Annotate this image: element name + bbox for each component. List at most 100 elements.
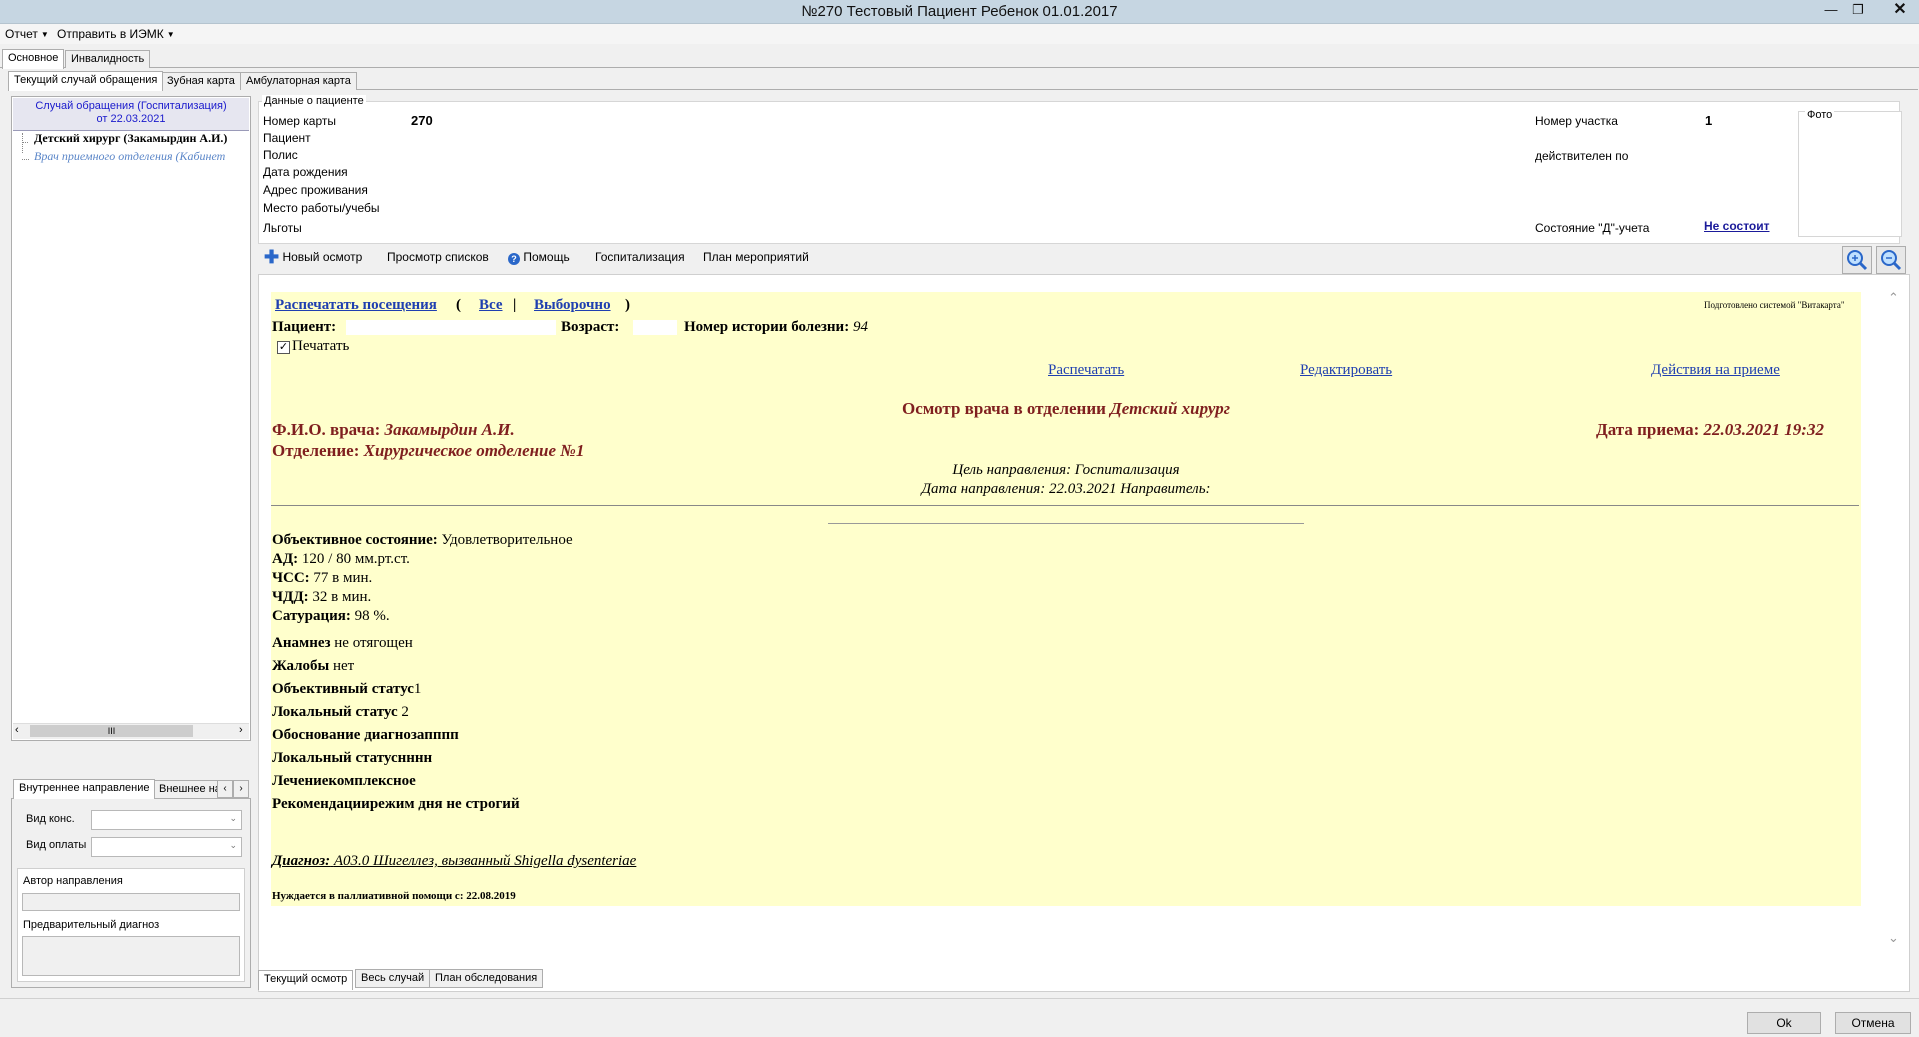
history-number: Номер истории болезни: 94 [684,319,868,335]
tab-outpatient-card[interactable]: Амбулаторная карта [240,72,357,90]
print-checkbox-label: Печатать [292,338,350,354]
referral-date: Дата направления: 22.03.2021 Направитель… [921,481,1211,497]
author-field[interactable] [22,893,240,911]
photo-label: Фото [1805,109,1835,121]
chevron-down-icon: ⌄ [229,813,237,823]
ok-button[interactable]: Ok [1747,1012,1821,1034]
hospitalization-button[interactable]: Госпитализация [595,248,685,266]
minimize-icon[interactable]: — [1818,0,1844,20]
tab-whole-case[interactable]: Весь случай [355,969,431,988]
age-label: Возраст: [561,319,620,335]
edit-link[interactable]: Редактировать [1300,362,1392,379]
tab-current-exam[interactable]: Текущий осмотр [258,970,354,990]
title-bar: №270 Тестовый Пациент Ребенок 01.01.2017… [0,0,1919,24]
objective-state: Объективное состояние: Удовлетворительно… [272,532,573,548]
patient-label: Пациент: [272,319,337,335]
caret-down-icon: ▼ [40,30,49,39]
scroll-left-icon[interactable]: ‹ [15,724,19,736]
tab-disability[interactable]: Инвалидность [65,50,151,68]
cons-type-select[interactable]: ⌄ [91,810,242,830]
case-tree-panel: Случай обращения (Госпитализация) от 22.… [11,96,251,741]
menu-bar: Отчет ▼ Отправить в ИЭМК ▼ [0,24,1919,44]
diagnosis-justification: Обоснование диагнозапппп [272,727,459,743]
tab-current-case[interactable]: Текущий случай обращения [8,71,164,91]
chevron-down-icon: ⌄ [229,840,237,850]
cancel-button[interactable]: Отмена [1835,1012,1911,1034]
tab-internal-referral[interactable]: Внутреннее направление [13,779,156,799]
menu-report[interactable]: Отчет ▼ [5,27,49,41]
plan-button[interactable]: План мероприятий [703,248,809,266]
window-title: №270 Тестовый Пациент Ребенок 01.01.2017 [801,3,1118,20]
actions-link[interactable]: Действия на приеме [1651,362,1780,379]
zoom-in-button[interactable] [1842,246,1872,274]
treatment: Лечениекомплексное [272,773,416,789]
scroll-right-icon[interactable]: › [239,724,243,736]
tabs-scroll-right-icon[interactable]: › [233,780,249,798]
department-line: Отделение: Хирургическое отделение №1 [272,441,585,460]
toolbar: ✚ Новый осмотр Просмотр списков ? Помощь… [258,248,1908,270]
menu-send-iemk[interactable]: Отправить в ИЭМК ▼ [57,27,175,41]
zoom-out-button[interactable] [1876,246,1906,274]
payment-type-select[interactable]: ⌄ [91,837,242,857]
tab-dental-card[interactable]: Зубная карта [161,72,241,90]
photo-box [1798,111,1902,237]
tree-item-reception-doctor[interactable]: Врач приемного отделения (Кабинет [34,149,248,164]
local-status: Локальный статус 2 [272,704,409,720]
saturation: Сатурация: 98 %. [272,608,390,624]
tree-item-surgeon[interactable]: Детский хирург (Закамырдин А.И.) [34,131,227,146]
patient-label: Пациент [263,131,311,145]
patient-info-group [258,101,1900,244]
tab-exam-plan[interactable]: План обследования [429,969,544,988]
anamnesis: Анамнез не отягощен [272,635,413,651]
new-exam-button[interactable]: ✚ Новый осмотр [264,248,362,266]
scroll-thumb[interactable]: III [30,725,193,737]
scroll-down-icon[interactable]: ⌄ [1888,930,1899,946]
work-label: Место работы/учебы [263,201,380,215]
patient-value-field [346,320,556,335]
scroll-up-icon[interactable]: ⌃ [1888,290,1899,306]
resp-rate: ЧДД: 32 в мин. [272,589,372,605]
prepared-by: Подготовлено системой "Витакарта" [1704,300,1845,310]
tab-main[interactable]: Основное [2,49,65,69]
age-value-field [633,320,677,335]
referral-panel: Вид конс. ⌄ Вид оплаты ⌄ Автор направлен… [11,798,251,988]
objective-status: Объективный статус1 [272,681,422,697]
restore-icon[interactable]: ❐ [1845,0,1871,20]
d-status-link[interactable]: Не состоит [1704,219,1770,233]
district-value: 1 [1705,113,1713,128]
tabs-scroll-left-icon[interactable]: ‹ [217,780,233,798]
diagnosis: Диагноз: A03.0 Шигеллез, вызванный Shige… [272,853,637,869]
policy-label: Полис [263,148,298,162]
palliative-care: Нуждается в паллиативной помощи с: 22.08… [272,890,516,902]
benefits-label: Льготы [263,221,302,235]
all-link[interactable]: Все [479,297,503,314]
tab-external-referral[interactable]: Внешнее на [153,780,225,798]
divider [271,505,1859,506]
zoom-out-icon [1881,250,1902,271]
cons-type-label: Вид конс. [26,813,75,825]
print-checkbox[interactable]: ✓ [277,341,290,354]
visit-date-line: Дата приема: 22.03.2021 19:32 [1596,420,1824,439]
help-icon: ? [508,253,520,265]
d-status-label: Состояние "Д"-учета [1535,221,1650,235]
exam-document: Распечатать посещения ( Все | Выборочно … [271,292,1861,906]
view-lists-button[interactable]: Просмотр списков [387,248,489,266]
referral-purpose: Цель направления: Госпитализация [952,462,1180,478]
print-link[interactable]: Распечатать [1048,362,1124,379]
local-status-2: Локальный статуснннн [272,750,433,766]
card-number-value: 270 [411,113,433,128]
horizontal-scrollbar[interactable]: ‹ III › [13,723,249,739]
patient-group-label: Данные о пациенте [262,95,366,107]
heart-rate: ЧСС: 77 в мин. [272,570,373,586]
selective-link[interactable]: Выборочно [534,297,611,314]
divider [828,523,1304,524]
prelim-diag-field[interactable] [22,936,240,976]
close-icon[interactable]: ✕ [1887,0,1913,20]
help-button[interactable]: ? Помощь [508,248,570,266]
case-header[interactable]: Случай обращения (Госпитализация) от 22.… [13,98,249,131]
doctor-line: Ф.И.О. врача: Закамырдин А.И. [272,420,515,439]
plus-icon: ✚ [264,247,280,267]
zoom-in-icon [1847,250,1868,271]
complaints: Жалобы нет [272,658,355,674]
print-visits-link[interactable]: Распечатать посещения [275,297,437,314]
